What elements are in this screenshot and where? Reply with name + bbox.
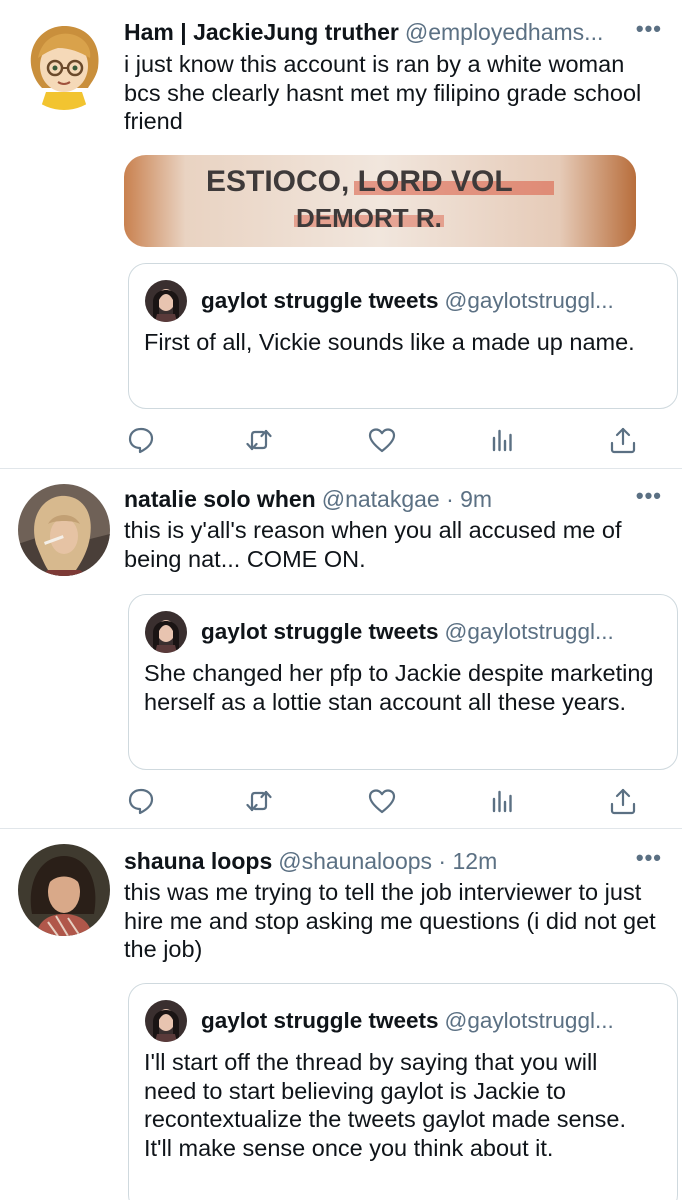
tweet-header: Ham | JackieJung truther @employedhams..… bbox=[124, 17, 662, 47]
quoted-display-name: gaylot struggle tweets bbox=[201, 1008, 439, 1033]
retweet-icon[interactable] bbox=[244, 425, 274, 455]
quoted-tweet[interactable]: gaylot struggle tweets @gaylotstruggl...… bbox=[128, 263, 678, 409]
tweet-text: i just know this account is ran by a whi… bbox=[124, 51, 642, 134]
quoted-avatar bbox=[145, 611, 187, 653]
quoted-username: @gaylotstruggl... bbox=[444, 1008, 614, 1033]
tweet-image[interactable]: ESTIOCO, LORD VOL DEMORT R. bbox=[124, 155, 636, 247]
tweet-header: natalie solo when @natakgae · 9m ••• bbox=[124, 484, 662, 514]
quoted-text: I'll start off the thread by saying that… bbox=[144, 1049, 627, 1161]
tweet-header: shauna loops @shaunaloops · 12m ••• bbox=[124, 846, 662, 876]
reply-icon[interactable] bbox=[126, 425, 156, 455]
quoted-header: gaylot struggle tweets @gaylotstruggl... bbox=[201, 1006, 659, 1036]
like-icon[interactable] bbox=[367, 425, 397, 455]
quoted-avatar bbox=[145, 1000, 187, 1042]
tweet[interactable]: shauna loops @shaunaloops · 12m ••• this… bbox=[0, 829, 682, 1200]
quoted-avatar bbox=[145, 280, 187, 322]
more-options-icon[interactable]: ••• bbox=[636, 484, 662, 508]
username[interactable]: @employedhams... bbox=[405, 19, 604, 46]
quoted-username: @gaylotstruggl... bbox=[444, 619, 614, 644]
tweet-actions bbox=[124, 425, 644, 455]
quoted-header: gaylot struggle tweets @gaylotstruggl... bbox=[201, 617, 659, 647]
tweet[interactable]: Ham | JackieJung truther @employedhams..… bbox=[0, 0, 682, 468]
avatar[interactable] bbox=[18, 18, 110, 110]
quoted-display-name: gaylot struggle tweets bbox=[201, 619, 439, 644]
quoted-username: @gaylotstruggl... bbox=[444, 288, 614, 313]
quoted-tweet[interactable]: gaylot struggle tweets @gaylotstruggl...… bbox=[128, 594, 678, 770]
tweet-actions bbox=[124, 786, 644, 816]
retweet-icon[interactable] bbox=[244, 786, 274, 816]
like-icon[interactable] bbox=[367, 786, 397, 816]
image-text-line-1: ESTIOCO, LORD VOL bbox=[206, 165, 513, 198]
display-name[interactable]: shauna loops bbox=[124, 848, 272, 875]
tweet-text: this is y'all's reason when you all accu… bbox=[124, 517, 622, 572]
reply-icon[interactable] bbox=[126, 786, 156, 816]
quoted-display-name: gaylot struggle tweets bbox=[201, 288, 439, 313]
tweet-text: this was me trying to tell the job inter… bbox=[124, 879, 656, 962]
analytics-icon[interactable] bbox=[487, 786, 517, 816]
avatar[interactable] bbox=[18, 484, 110, 576]
avatar[interactable] bbox=[18, 844, 110, 936]
display-name[interactable]: natalie solo when bbox=[124, 486, 316, 513]
quoted-tweet[interactable]: gaylot struggle tweets @gaylotstruggl...… bbox=[128, 983, 678, 1200]
username-and-time[interactable]: @natakgae · 9m bbox=[322, 486, 492, 513]
share-icon[interactable] bbox=[608, 425, 638, 455]
more-options-icon[interactable]: ••• bbox=[636, 17, 662, 41]
image-text-line-2: DEMORT R. bbox=[296, 203, 442, 233]
analytics-icon[interactable] bbox=[487, 425, 517, 455]
tweet[interactable]: natalie solo when @natakgae · 9m ••• thi… bbox=[0, 469, 682, 827]
more-options-icon[interactable]: ••• bbox=[636, 846, 662, 870]
share-icon[interactable] bbox=[608, 786, 638, 816]
quoted-text: First of all, Vickie sounds like a made … bbox=[144, 329, 635, 355]
display-name[interactable]: Ham | JackieJung truther bbox=[124, 19, 399, 46]
username-and-time[interactable]: @shaunaloops · 12m bbox=[278, 848, 497, 875]
quoted-text: She changed her pfp to Jackie despite ma… bbox=[144, 660, 654, 715]
quoted-header: gaylot struggle tweets @gaylotstruggl... bbox=[201, 286, 659, 316]
